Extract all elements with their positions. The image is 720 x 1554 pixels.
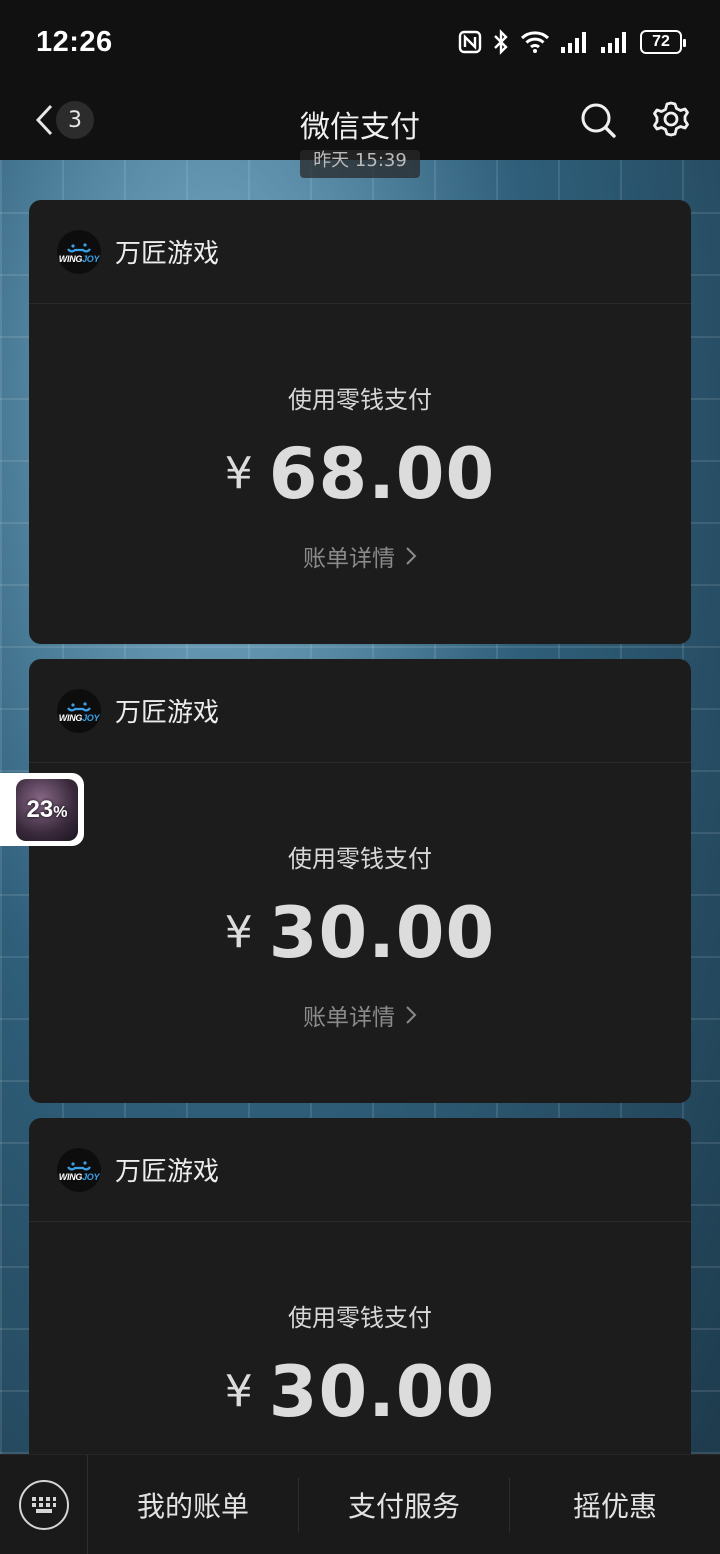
status-icons: 72 [458, 29, 686, 55]
keyboard-toggle-button[interactable] [0, 1454, 88, 1554]
game-thumbnail: 23% [16, 778, 78, 841]
menu-shake-offers[interactable]: 摇优惠 [510, 1478, 720, 1532]
wifi-icon [520, 30, 550, 54]
currency-symbol: ¥ [224, 1366, 253, 1417]
bill-detail-link[interactable]: 账单详情 [303, 539, 417, 573]
settings-icon[interactable] [650, 98, 692, 140]
battery-icon: 72 [640, 30, 686, 54]
menu-payment-services[interactable]: 支付服务 [299, 1478, 509, 1532]
payment-card[interactable]: WINGJOY 万匠游戏 使用零钱支付 ¥ 30.00 账单详情 [29, 659, 691, 1103]
search-icon[interactable] [578, 100, 618, 140]
card-body: 使用零钱支付 ¥ 30.00 [29, 1298, 691, 1433]
amount: ¥ 30.00 [29, 892, 691, 974]
currency-symbol: ¥ [224, 907, 253, 958]
merchant-logo-icon: WINGJOY [57, 688, 101, 733]
nfc-icon [458, 30, 482, 54]
bill-detail-link[interactable]: 账单详情 [303, 998, 417, 1032]
merchant-logo-icon: WINGJOY [57, 1147, 101, 1192]
card-header[interactable]: WINGJOY 万匠游戏 [29, 200, 691, 304]
merchant-name: 万匠游戏 [115, 239, 220, 269]
card-body: 使用零钱支付 ¥ 30.00 账单详情 [29, 839, 691, 1032]
signal-icon [600, 30, 630, 54]
keyboard-icon [18, 1479, 69, 1530]
merchant-name: 万匠游戏 [115, 698, 220, 728]
menu-my-bills[interactable]: 我的账单 [88, 1478, 298, 1532]
card-body: 使用零钱支付 ¥ 68.00 账单详情 [29, 380, 691, 573]
timestamp-chip: 昨天 15:39 [300, 150, 420, 178]
bluetooth-icon [492, 29, 510, 55]
payment-method: 使用零钱支付 [288, 1304, 432, 1332]
clock: 12:26 [36, 25, 113, 58]
unread-count-badge[interactable]: 3 [56, 101, 94, 139]
card-header[interactable]: WINGJOY 万匠游戏 [29, 1118, 691, 1222]
bill-detail-label: 账单详情 [303, 546, 395, 572]
floating-progress-widget[interactable]: 23% [0, 773, 84, 846]
signal-icon [560, 30, 590, 54]
amount: ¥ 68.00 [29, 433, 691, 515]
amount: ¥ 30.00 [29, 1351, 691, 1433]
merchant-name: 万匠游戏 [115, 1157, 220, 1187]
currency-symbol: ¥ [224, 448, 253, 499]
chevron-right-icon [406, 1006, 417, 1024]
chevron-right-icon [406, 547, 417, 565]
amount-value: 30.00 [268, 1351, 496, 1433]
payment-method: 使用零钱支付 [288, 845, 432, 873]
status-bar: 12:26 72 [0, 0, 720, 84]
amount-value: 30.00 [268, 892, 496, 974]
progress-text: 23% [26, 795, 68, 823]
payment-method: 使用零钱支付 [288, 386, 432, 414]
payment-card[interactable]: WINGJOY 万匠游戏 使用零钱支付 ¥ 68.00 账单详情 [29, 200, 691, 644]
merchant-logo-icon: WINGJOY [57, 229, 101, 274]
amount-value: 68.00 [268, 433, 496, 515]
card-header[interactable]: WINGJOY 万匠游戏 [29, 659, 691, 763]
bill-detail-label: 账单详情 [303, 1005, 395, 1031]
navigation-bar: 3 微信支付 [0, 84, 720, 160]
bottom-menu-bar: 我的账单 支付服务 摇优惠 [0, 1454, 720, 1554]
